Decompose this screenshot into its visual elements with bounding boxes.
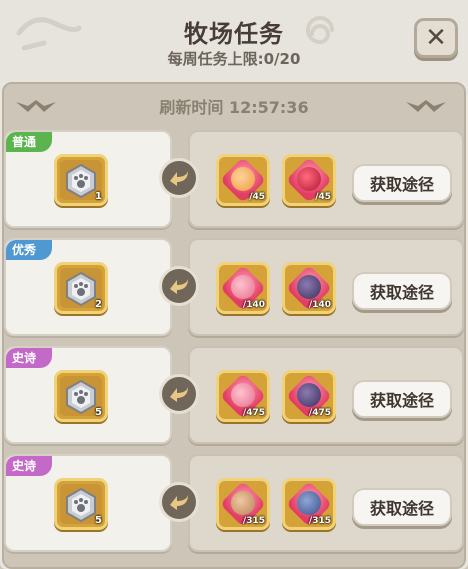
pink-creature-icon: [231, 383, 255, 407]
task-row: 优秀 2 /140 /140 获取途径: [4, 238, 464, 336]
requirement-slot[interactable]: /315: [282, 478, 336, 530]
close-button[interactable]: ✕: [414, 18, 458, 58]
requirement-slot[interactable]: /315: [216, 478, 270, 530]
refresh-time-text: 刷新时间 12:57:36: [159, 98, 309, 117]
get-source-button[interactable]: 获取途径: [352, 164, 452, 202]
reward-quantity: 2: [95, 299, 102, 310]
requirement-count: /140: [242, 300, 265, 310]
reward-slot[interactable]: 5: [54, 370, 108, 422]
requirement-slot[interactable]: /45: [216, 154, 270, 206]
requirement-count: /315: [308, 516, 331, 526]
requirement-count: /45: [315, 192, 331, 202]
requirement-count: /475: [242, 408, 265, 418]
task-row: 史诗 5 /475 /475 获取途径: [4, 346, 464, 444]
requirement-count: /45: [249, 192, 265, 202]
exchange-arrow-icon: [159, 482, 199, 522]
reward-card: 史诗 5: [4, 454, 172, 552]
rarity-tag: 史诗: [6, 456, 53, 476]
rarity-tag: 优秀: [6, 240, 53, 260]
requirement-slot[interactable]: /140: [216, 262, 270, 314]
orange-creature-icon: [231, 167, 255, 191]
pink-creature-icon: [231, 275, 255, 299]
reward-card: 普通 1: [4, 130, 172, 228]
exchange-arrow-icon: [159, 374, 199, 414]
reward-card: 优秀 2: [4, 238, 172, 336]
reward-slot[interactable]: 1: [54, 154, 108, 206]
page-title: 牧场任务: [184, 20, 284, 48]
requirement-card: /140 /140 获取途径: [188, 238, 464, 336]
requirement-card: /315 /315 获取途径: [188, 454, 464, 552]
requirement-card: /475 /475 获取途径: [188, 346, 464, 444]
exchange-arrow-icon: [159, 266, 199, 306]
requirement-slot[interactable]: /475: [282, 370, 336, 422]
reward-slot[interactable]: 5: [54, 478, 108, 530]
refresh-bar: 刷新时间 12:57:36: [4, 86, 464, 126]
blue-beast-icon: [297, 491, 321, 515]
requirement-count: /475: [308, 408, 331, 418]
reward-quantity: 1: [95, 191, 102, 202]
rarity-tag: 普通: [6, 132, 53, 152]
requirement-slot[interactable]: /475: [216, 370, 270, 422]
requirement-card: /45 /45 获取途径: [188, 130, 464, 228]
requirement-count: /315: [242, 516, 265, 526]
requirement-count: /140: [308, 300, 331, 310]
weekly-limit-text: 每周任务上限:0/20: [167, 50, 301, 68]
ranch-task-panel: 牧场任务 每周任务上限:0/20 ✕ 刷新时间 12:57:36 普通 1 /4…: [0, 0, 468, 569]
get-source-button[interactable]: 获取途径: [352, 488, 452, 526]
requirement-slot[interactable]: /45: [282, 154, 336, 206]
get-source-button[interactable]: 获取途径: [352, 272, 452, 310]
panel-header: 牧场任务 每周任务上限:0/20 ✕: [0, 0, 468, 82]
rarity-tag: 史诗: [6, 348, 53, 368]
task-row: 史诗 5 /315 /315 获取途径: [4, 454, 464, 552]
reward-quantity: 5: [95, 515, 102, 526]
close-icon: ✕: [425, 23, 447, 53]
reward-card: 史诗 5: [4, 346, 172, 444]
reward-slot[interactable]: 2: [54, 262, 108, 314]
purple-beast-icon: [297, 275, 321, 299]
red-dragon-icon: [297, 167, 321, 191]
right-wing-ornament-icon: [406, 100, 446, 112]
requirement-slot[interactable]: /140: [282, 262, 336, 314]
exchange-arrow-icon: [159, 158, 199, 198]
purple-beast-icon: [297, 383, 321, 407]
task-row: 普通 1 /45 /45 获取途径: [4, 130, 464, 228]
reward-quantity: 5: [95, 407, 102, 418]
get-source-button[interactable]: 获取途径: [352, 380, 452, 418]
tan-creature-icon: [231, 491, 255, 515]
